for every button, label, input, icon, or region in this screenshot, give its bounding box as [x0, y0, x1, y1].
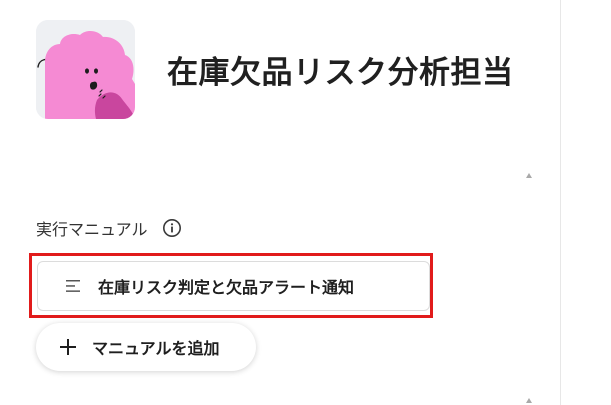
right-panel-divider [560, 0, 561, 405]
add-manual-label: マニュアルを追加 [92, 341, 220, 358]
scroll-up-arrow-icon[interactable] [526, 173, 532, 178]
manual-item-label: 在庫リスク判定と欠品アラート通知 [98, 278, 355, 297]
manual-item[interactable]: 在庫リスク判定と欠品アラート通知 [37, 261, 430, 311]
agent-header: 在庫欠品リスク分析担当 [36, 20, 514, 119]
plus-icon [60, 339, 76, 355]
menu-lines-icon [66, 279, 82, 293]
add-manual-button[interactable]: マニュアルを追加 [36, 323, 256, 371]
page: 在庫欠品リスク分析担当 実行マニュアル 在庫リスク判定と欠品アラート通知 マニュ… [0, 0, 611, 405]
scroll-up-arrow-icon[interactable] [526, 398, 532, 403]
avatar[interactable] [36, 20, 135, 119]
section-label: 実行マニュアル [36, 220, 148, 239]
section-header: 実行マニュアル [36, 216, 182, 240]
page-title: 在庫欠品リスク分析担当 [167, 55, 514, 91]
pink-blob-character-icon [36, 20, 135, 119]
info-icon[interactable] [162, 218, 182, 238]
